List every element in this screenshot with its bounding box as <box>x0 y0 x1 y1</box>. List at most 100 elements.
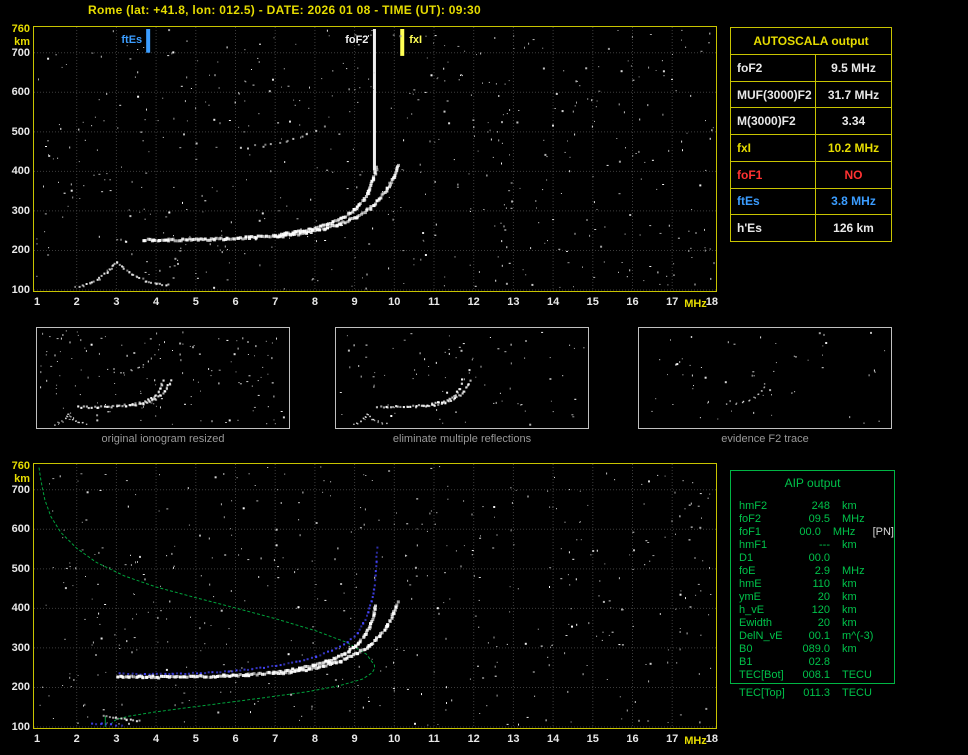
aip-row-hmF1: hmF1---km <box>731 539 894 552</box>
autoscala-row-value: 9.5 MHz <box>816 55 891 81</box>
aip-row-unit: km <box>830 539 884 552</box>
aip-row-unit: km <box>830 591 884 604</box>
ionogram-canvas <box>336 328 586 426</box>
aip-row-foE: foE2.9MHz <box>731 565 894 578</box>
aip-row-label: foF2 <box>731 513 796 526</box>
autoscala-row-value: 3.34 <box>816 108 891 134</box>
aip-row-value: 120 <box>796 604 830 617</box>
autoscala-row-label: M(3000)F2 <box>731 108 816 134</box>
y-tick-label: 100 <box>0 284 30 296</box>
x-tick-label: 4 <box>144 733 168 745</box>
ionogram-canvas <box>639 328 889 426</box>
x-tick-label: 1 <box>25 296 49 308</box>
x-tick-label: 15 <box>581 733 605 745</box>
y-tick-label: 200 <box>0 244 30 256</box>
x-tick-label: 6 <box>224 296 248 308</box>
aip-row-hmE: hmE110km <box>731 578 894 591</box>
x-tick-label: 17 <box>660 733 684 745</box>
aip-row-label: TEC[Bot] <box>731 669 796 682</box>
aip-row-value: 110 <box>796 578 830 591</box>
x-tick-label: 10 <box>382 296 406 308</box>
aip-row-unit: km <box>830 643 884 656</box>
autoscala-row-label: foF1 <box>731 162 816 188</box>
autoscala-app-screen: Rome (lat: +41.8, lon: 012.5) - DATE: 20… <box>0 0 968 755</box>
thumb-original-ionogram <box>36 327 290 429</box>
x-tick-label: 4 <box>144 296 168 308</box>
aip-row-unit: TECU <box>830 687 884 700</box>
thumb-caption-evidence: evidence F2 trace <box>638 433 892 445</box>
aip-row-unit: MHz <box>821 526 871 539</box>
autoscala-row-label: MUF(3000)F2 <box>731 82 816 108</box>
x-tick-label: 6 <box>224 733 248 745</box>
y-tick-label: 760 <box>0 460 30 472</box>
aip-row-unit: MHz <box>830 513 884 526</box>
station-date-header: Rome (lat: +41.8, lon: 012.5) - DATE: 20… <box>88 3 481 17</box>
autoscala-row-value: 3.8 MHz <box>816 189 891 215</box>
ionogram-canvas <box>37 328 287 426</box>
y-tick-label: 760 <box>0 23 30 35</box>
aip-output-panel: AIP output hmF2248kmfoF209.5MHzfoF100.0M… <box>730 470 895 684</box>
x-tick-label: 14 <box>541 296 565 308</box>
ionogram-plot-profile <box>33 463 717 729</box>
autoscala-row-foF1: foF1NO <box>731 161 891 188</box>
ionogram-canvas <box>34 27 716 291</box>
aip-row-unit: m^(-3) <box>830 630 884 643</box>
x-tick-label: 8 <box>303 296 327 308</box>
autoscala-row-label: fxI <box>731 135 816 161</box>
marker-label-fxI: fxI <box>409 34 422 46</box>
autoscala-row-value: 31.7 MHz <box>816 82 891 108</box>
aip-row-label: DelN_vE <box>731 630 796 643</box>
autoscala-output-panel: AUTOSCALA output foF29.5 MHzMUF(3000)F23… <box>730 27 892 242</box>
x-tick-label: 7 <box>263 296 287 308</box>
aip-row-value: 20 <box>796 617 830 630</box>
aip-row-note <box>884 578 886 591</box>
autoscala-row-ftEs: ftEs3.8 MHz <box>731 188 891 215</box>
x-tick-label: 12 <box>462 733 486 745</box>
autoscala-row-label: h'Es <box>731 215 816 241</box>
y-tick-label: 600 <box>0 523 30 535</box>
aip-row-label: foF1 <box>731 526 790 539</box>
y-tick-label: 700 <box>0 484 30 496</box>
aip-row-value: 20 <box>796 591 830 604</box>
aip-row-note <box>884 565 886 578</box>
marker-label-foF2: foF2 <box>330 34 368 46</box>
aip-row-label: B1 <box>731 656 796 669</box>
x-tick-label: 9 <box>343 733 367 745</box>
aip-row-value: --- <box>796 539 830 552</box>
aip-row-B1: B102.8 <box>731 656 894 669</box>
y-tick-label: 300 <box>0 205 30 217</box>
thumb-eliminate-reflections <box>335 327 589 429</box>
x-tick-label: 17 <box>660 296 684 308</box>
aip-row-unit: km <box>830 500 884 513</box>
autoscala-row-foF2: foF29.5 MHz <box>731 55 891 81</box>
autoscala-row-h'Es: h'Es126 km <box>731 214 891 241</box>
x-tick-label: 11 <box>422 296 446 308</box>
aip-output-rows: hmF2248kmfoF209.5MHzfoF100.0MHz[PN]hmF1-… <box>731 500 894 682</box>
aip-row-value: 00.1 <box>796 630 830 643</box>
thumb-caption-original: original ionogram resized <box>36 433 290 445</box>
y-tick-label: 600 <box>0 86 30 98</box>
y-tick-label: 200 <box>0 681 30 693</box>
aip-row-label: hmF2 <box>731 500 796 513</box>
y-tick-label: 400 <box>0 165 30 177</box>
aip-row-note: [PN] <box>871 526 894 539</box>
x-axis-unit: MHz <box>684 735 718 747</box>
x-tick-label: 10 <box>382 733 406 745</box>
autoscala-row-value: NO <box>816 162 891 188</box>
marker-label-ftEs: ftEs <box>104 34 142 46</box>
aip-row-foF2: foF209.5MHz <box>731 513 894 526</box>
aip-row-label: hmE <box>731 578 796 591</box>
x-tick-label: 8 <box>303 733 327 745</box>
aip-row-note <box>884 604 886 617</box>
aip-row-unit: km <box>830 578 884 591</box>
thumb-evidence-f2-trace <box>638 327 892 429</box>
y-tick-label: 700 <box>0 47 30 59</box>
aip-row-note <box>884 630 886 643</box>
aip-row-h_vE: h_vE120km <box>731 604 894 617</box>
aip-row-label: hmF1 <box>731 539 796 552</box>
aip-row-unit: TECU <box>830 669 884 682</box>
y-tick-label: 100 <box>0 721 30 733</box>
aip-row-value: 09.5 <box>796 513 830 526</box>
aip-row-label: Ewidth <box>731 617 796 630</box>
x-tick-label: 16 <box>621 296 645 308</box>
